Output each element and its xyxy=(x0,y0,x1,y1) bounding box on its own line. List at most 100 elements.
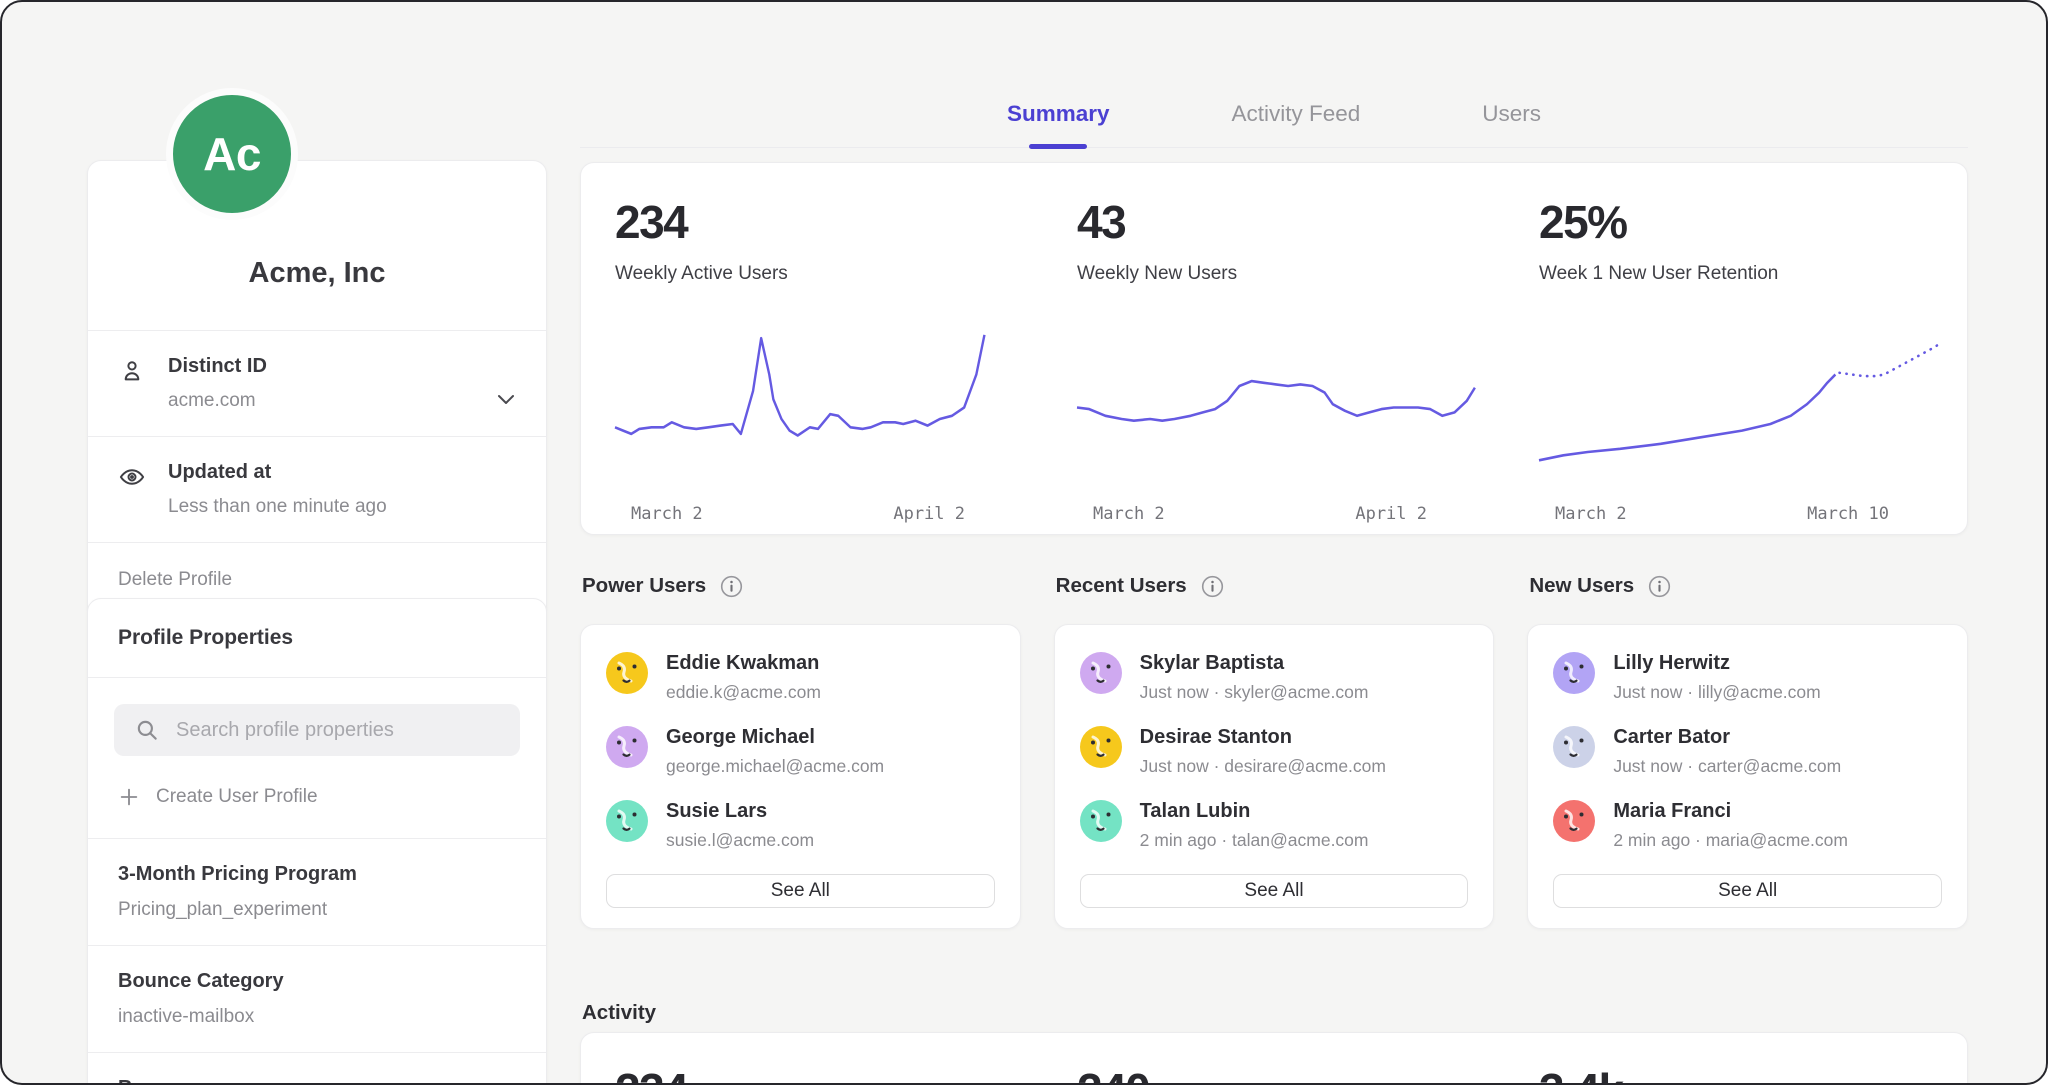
tab-users[interactable]: Users xyxy=(1482,101,1541,147)
info-icon[interactable] xyxy=(1648,575,1671,598)
property-value: Pricing_plan_experiment xyxy=(118,899,516,921)
profile-card: Acme, Inc Distinct ID acme.com xyxy=(87,160,547,618)
user-name: Talan Lubin xyxy=(1140,800,1369,823)
create-user-profile-button[interactable]: Create User Profile xyxy=(88,762,546,838)
user-name: Susie Lars xyxy=(666,800,814,823)
recent-users-panel: Recent Users Skylar Baptista xyxy=(1054,574,1495,929)
user-sub: Just now · desirare@acme.com xyxy=(1140,756,1386,777)
user-row[interactable]: Desirae Stanton Just now · desirare@acme… xyxy=(1080,726,1469,777)
activity-stat-value: 240 xyxy=(1077,1063,1483,1085)
person-icon xyxy=(118,357,146,385)
avatar-face-icon xyxy=(606,652,648,694)
user-name: Maria Franci xyxy=(1613,800,1848,823)
see-all-button[interactable]: See All xyxy=(1553,874,1942,908)
chart-x-axis: March 2 April 2 xyxy=(615,504,1021,524)
user-panels-row: Power Users Eddie Kwakman ed xyxy=(580,574,1968,929)
profile-page: Ac Acme, Inc Distinct ID acme.com xyxy=(0,0,2048,1085)
active-tab-underline xyxy=(1029,144,1087,149)
user-name: Carter Bator xyxy=(1613,726,1841,749)
property-name: 3-Month Pricing Program xyxy=(118,863,516,886)
user-name: Skylar Baptista xyxy=(1140,652,1369,675)
property-value: inactive-mailbox xyxy=(118,1006,516,1028)
weekly-new-users-chart xyxy=(1077,325,1483,490)
user-row[interactable]: Maria Franci 2 min ago · maria@acme.com xyxy=(1553,800,1942,851)
new-users-panel: New Users Lilly Herwitz Just xyxy=(1527,574,1968,929)
user-sub: Just now · lilly@acme.com xyxy=(1613,682,1820,703)
field-value: Less than one minute ago xyxy=(168,496,387,518)
user-avatar xyxy=(1553,800,1595,842)
info-icon[interactable] xyxy=(1201,575,1224,598)
user-row[interactable]: Susie Lars susie.l@acme.com xyxy=(606,800,995,851)
user-sub: Just now · carter@acme.com xyxy=(1613,756,1841,777)
week1-retention-chart xyxy=(1539,325,1945,490)
user-row[interactable]: Carter Bator Just now · carter@acme.com xyxy=(1553,726,1942,777)
avatar-face-icon xyxy=(1080,726,1122,768)
tab-bar: Summary Activity Feed Users xyxy=(580,2,1968,148)
main-content: Summary Activity Feed Users 234 Weekly A… xyxy=(580,2,1968,148)
info-icon[interactable] xyxy=(720,575,743,598)
avatar-face-icon xyxy=(1553,800,1595,842)
stat-value: 25% xyxy=(1539,195,1945,249)
x-tick-end: April 2 xyxy=(893,504,965,524)
plus-icon xyxy=(118,786,140,808)
user-sub: 2 min ago · maria@acme.com xyxy=(1613,830,1848,851)
user-row[interactable]: Skylar Baptista Just now · skyler@acme.c… xyxy=(1080,652,1469,703)
panel-title: Power Users xyxy=(582,574,706,598)
activity-stats-card: 234 240 3.4k xyxy=(580,1032,1968,1085)
user-sub: Just now · skyler@acme.com xyxy=(1140,682,1369,703)
see-all-button[interactable]: See All xyxy=(606,874,995,908)
x-tick-start: March 2 xyxy=(1555,504,1627,524)
see-all-button[interactable]: See All xyxy=(1080,874,1469,908)
avatar-face-icon xyxy=(1080,800,1122,842)
user-avatar xyxy=(1080,652,1122,694)
activity-stat-value: 3.4k xyxy=(1539,1063,1945,1085)
user-avatar xyxy=(1553,726,1595,768)
tab-summary[interactable]: Summary xyxy=(1007,101,1110,147)
stat-week1-retention: 25% Week 1 New User Retention March 2 Ma… xyxy=(1505,195,1967,534)
user-row[interactable]: Eddie Kwakman eddie.k@acme.com xyxy=(606,652,995,703)
company-name: Acme, Inc xyxy=(88,161,546,330)
user-avatar xyxy=(1080,800,1122,842)
user-row[interactable]: Talan Lubin 2 min ago · talan@acme.com xyxy=(1080,800,1469,851)
user-avatar xyxy=(1553,652,1595,694)
field-distinct-id[interactable]: Distinct ID acme.com xyxy=(88,330,546,436)
user-avatar xyxy=(1080,726,1122,768)
panel-title: New Users xyxy=(1529,574,1634,598)
user-sub: eddie.k@acme.com xyxy=(666,682,821,703)
x-tick-start: March 2 xyxy=(631,504,703,524)
x-tick-start: March 2 xyxy=(1093,504,1165,524)
property-row: Bounce Category inactive-mailbox xyxy=(88,945,546,1052)
avatar-face-icon xyxy=(606,800,648,842)
profile-properties-card: Profile Properties Create User Profile 3… xyxy=(87,598,547,1085)
user-avatar xyxy=(606,726,648,768)
chart-x-axis: March 2 March 10 xyxy=(1539,504,1945,524)
field-label: Updated at xyxy=(168,461,387,484)
search-input[interactable] xyxy=(114,704,520,756)
panel-title: Recent Users xyxy=(1056,574,1187,598)
summary-stats-card: 234 Weekly Active Users March 2 April 2 … xyxy=(580,162,1968,535)
property-name: Browser xyxy=(118,1077,516,1085)
stat-label: Weekly New Users xyxy=(1077,263,1483,285)
user-row[interactable]: Lilly Herwitz Just now · lilly@acme.com xyxy=(1553,652,1942,703)
user-name: Desirae Stanton xyxy=(1140,726,1386,749)
profile-properties-search xyxy=(114,704,520,756)
avatar-face-icon xyxy=(606,726,648,768)
stat-value: 43 xyxy=(1077,195,1483,249)
field-value: acme.com xyxy=(168,390,267,412)
company-avatar: Ac xyxy=(166,88,298,220)
user-avatar xyxy=(606,652,648,694)
profile-properties-title: Profile Properties xyxy=(88,599,546,677)
company-avatar-initials: Ac xyxy=(203,127,261,181)
power-users-panel: Power Users Eddie Kwakman ed xyxy=(580,574,1021,929)
eye-icon xyxy=(118,463,146,491)
property-name: Bounce Category xyxy=(118,970,516,993)
chevron-down-icon[interactable] xyxy=(494,387,518,411)
user-row[interactable]: George Michael george.michael@acme.com xyxy=(606,726,995,777)
stat-label: Week 1 New User Retention xyxy=(1539,263,1945,285)
avatar-face-icon xyxy=(1080,652,1122,694)
avatar-face-icon xyxy=(1553,726,1595,768)
user-sub: george.michael@acme.com xyxy=(666,756,884,777)
stat-value: 234 xyxy=(615,195,1021,249)
divider xyxy=(88,677,546,678)
tab-activity-feed[interactable]: Activity Feed xyxy=(1231,101,1360,147)
